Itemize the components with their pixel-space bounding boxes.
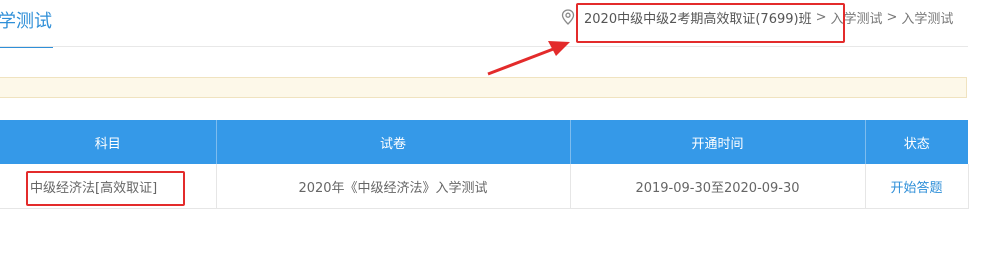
cell-paper: 2020年《中级经济法》入学测试 [216,164,571,209]
start-answer-link[interactable]: 开始答题 [890,181,942,196]
column-header-open-time: 开通时间 [570,120,866,164]
notice-bar [0,77,967,98]
column-header-subject: 科目 [0,120,217,164]
cell-status: 开始答题 [865,164,969,209]
annotation-box-subject [26,171,185,206]
cell-open-time: 2019-09-30至2020-09-30 [570,164,866,209]
table-header-row: 科目 试卷 开通时间 状态 [0,120,968,164]
column-header-paper: 试卷 [216,120,571,164]
column-header-status: 状态 [865,120,968,164]
